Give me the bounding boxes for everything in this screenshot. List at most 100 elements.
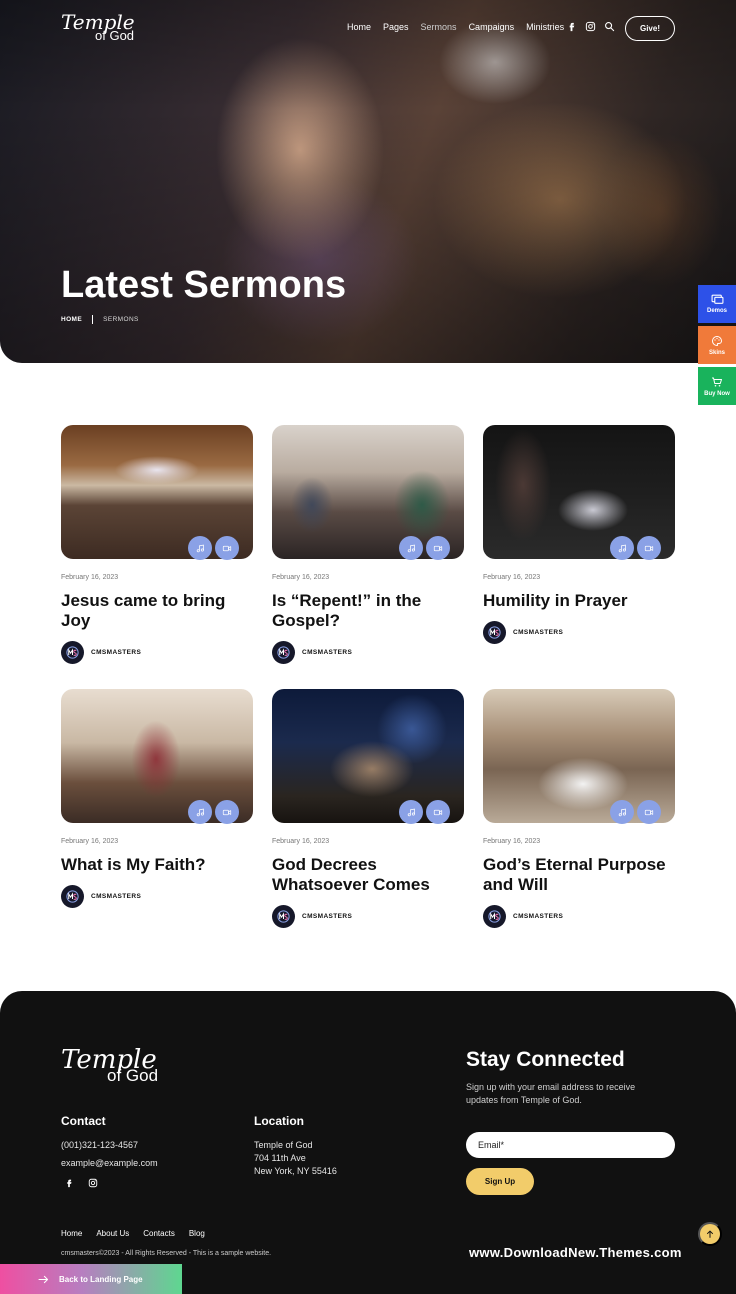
media-buttons [399, 536, 450, 560]
sermon-date: February 16, 2023 [483, 574, 541, 581]
media-buttons [610, 800, 661, 824]
sermon-title[interactable]: What is My Faith? [61, 855, 253, 875]
footer-logo[interactable]: Temple of God [61, 1047, 158, 1084]
copyright-text: cmsmasters©2023 - All Rights Reserved - … [61, 1250, 272, 1257]
sermon-date: February 16, 2023 [61, 838, 119, 845]
media-buttons [188, 536, 239, 560]
footer-link-blog[interactable]: Blog [189, 1229, 205, 1238]
nav-item-campaigns[interactable]: Campaigns [469, 22, 515, 32]
video-camera-icon[interactable] [215, 800, 239, 824]
sermon-card: February 16, 2023 What is My Faith? CMSM… [61, 689, 253, 908]
nav-item-home[interactable]: Home [347, 22, 371, 32]
author-name[interactable]: CMSMASTERS [302, 649, 352, 656]
logo-line2: of God [107, 1066, 159, 1085]
location-line3: New York, NY 55416 [254, 1166, 337, 1176]
avatar [483, 621, 506, 644]
nav-item-ministries[interactable]: Ministries [526, 22, 564, 32]
side-demos-button[interactable]: Demos [698, 285, 736, 323]
sermon-date: February 16, 2023 [272, 838, 330, 845]
location-line2: 704 11th Ave [254, 1153, 306, 1163]
arrow-up-icon [707, 1230, 713, 1238]
back-to-landing-label: Back to Landing Page [59, 1274, 143, 1284]
sermon-author: CMSMASTERS [272, 905, 464, 928]
page: Temple of God Home Pages Sermons Campaig… [0, 0, 736, 1294]
email-field[interactable] [466, 1132, 675, 1158]
footer-link-contacts[interactable]: Contacts [143, 1229, 175, 1238]
page-title: Latest Sermons [61, 264, 347, 306]
footer-link-about-us[interactable]: About Us [96, 1229, 129, 1238]
sermon-date: February 16, 2023 [483, 838, 541, 845]
breadcrumb-home[interactable]: HOME [61, 316, 82, 323]
video-camera-icon[interactable] [637, 536, 661, 560]
sermon-card: February 16, 2023 Jesus came to bring Jo… [61, 425, 253, 664]
arrow-right-icon [38, 1275, 49, 1283]
music-note-icon[interactable] [399, 800, 423, 824]
nav-item-sermons[interactable]: Sermons [421, 22, 457, 32]
logo-line2: of God [95, 28, 135, 43]
author-name[interactable]: CMSMASTERS [513, 629, 563, 636]
sermon-date: February 16, 2023 [272, 574, 330, 581]
music-note-icon[interactable] [399, 536, 423, 560]
music-note-icon[interactable] [610, 536, 634, 560]
palette-icon [712, 335, 723, 346]
sermon-title[interactable]: Humility in Prayer [483, 591, 675, 611]
side-demos-label: Demos [706, 308, 727, 314]
side-buy-now-button[interactable]: Buy Now [698, 367, 736, 405]
sermon-author: CMSMASTERS [483, 621, 675, 644]
sermon-card: February 16, 2023 God’s Eternal Purpose … [483, 689, 675, 928]
avatar [61, 641, 84, 664]
contact-phone[interactable]: (001)321-123-4567 [61, 1139, 138, 1152]
sermon-card: February 16, 2023 Humility in Prayer CMS… [483, 425, 675, 644]
location-heading: Location [254, 1114, 304, 1128]
site-footer: Temple of God Contact (001)321-123-4567 … [0, 991, 736, 1294]
instagram-icon[interactable] [585, 21, 596, 32]
avatar [272, 641, 295, 664]
author-name[interactable]: CMSMASTERS [513, 913, 563, 920]
video-camera-icon[interactable] [426, 536, 450, 560]
avatar [272, 905, 295, 928]
cart-icon [712, 377, 722, 387]
footer-social [64, 1178, 98, 1188]
music-note-icon[interactable] [188, 536, 212, 560]
sermon-card: February 16, 2023 God Decrees Whatsoever… [272, 689, 464, 928]
music-note-icon[interactable] [610, 800, 634, 824]
video-camera-icon[interactable] [637, 800, 661, 824]
contact-heading: Contact [61, 1114, 106, 1128]
sermon-author: CMSMASTERS [272, 641, 464, 664]
main-nav: Home Pages Sermons Campaigns Ministries [347, 22, 564, 32]
sermon-card: February 16, 2023 Is “Repent!” in the Go… [272, 425, 464, 664]
contact-email[interactable]: example@example.com [61, 1157, 158, 1170]
instagram-icon[interactable] [88, 1178, 98, 1188]
newsletter-title: Stay Connected [466, 1048, 625, 1071]
sermon-author: CMSMASTERS [61, 641, 253, 664]
video-camera-icon[interactable] [215, 536, 239, 560]
site-logo[interactable]: Temple of God [61, 12, 135, 42]
sermon-title[interactable]: God’s Eternal Purpose and Will [483, 855, 675, 895]
side-skins-button[interactable]: Skins [698, 326, 736, 364]
author-name[interactable]: CMSMASTERS [91, 649, 141, 656]
author-name[interactable]: CMSMASTERS [302, 913, 352, 920]
search-icon[interactable] [604, 21, 615, 32]
breadcrumb-current: SERMONS [103, 316, 139, 323]
location-line1: Temple of God [254, 1140, 313, 1150]
author-name[interactable]: CMSMASTERS [91, 893, 141, 900]
newsletter-subtitle: Sign up with your email address to recei… [466, 1082, 636, 1105]
give-button[interactable]: Give! [625, 16, 675, 41]
sermon-title[interactable]: Jesus came to bring Joy [61, 591, 253, 631]
facebook-icon[interactable] [64, 1178, 74, 1188]
sermon-title[interactable]: Is “Repent!” in the Gospel? [272, 591, 464, 631]
media-buttons [610, 536, 661, 560]
media-buttons [399, 800, 450, 824]
music-note-icon[interactable] [188, 800, 212, 824]
nav-item-pages[interactable]: Pages [383, 22, 409, 32]
avatar [61, 885, 84, 908]
footer-link-home[interactable]: Home [61, 1229, 82, 1238]
sign-up-button[interactable]: Sign Up [466, 1168, 534, 1195]
video-camera-icon[interactable] [426, 800, 450, 824]
back-to-landing-button[interactable]: Back to Landing Page [0, 1264, 182, 1294]
sermon-title[interactable]: God Decrees Whatsoever Comes [272, 855, 464, 895]
side-buy-now-label: Buy Now [704, 390, 730, 397]
sermon-author: CMSMASTERS [483, 905, 675, 928]
scroll-to-top-button[interactable] [698, 1222, 722, 1246]
facebook-icon[interactable] [566, 21, 577, 32]
